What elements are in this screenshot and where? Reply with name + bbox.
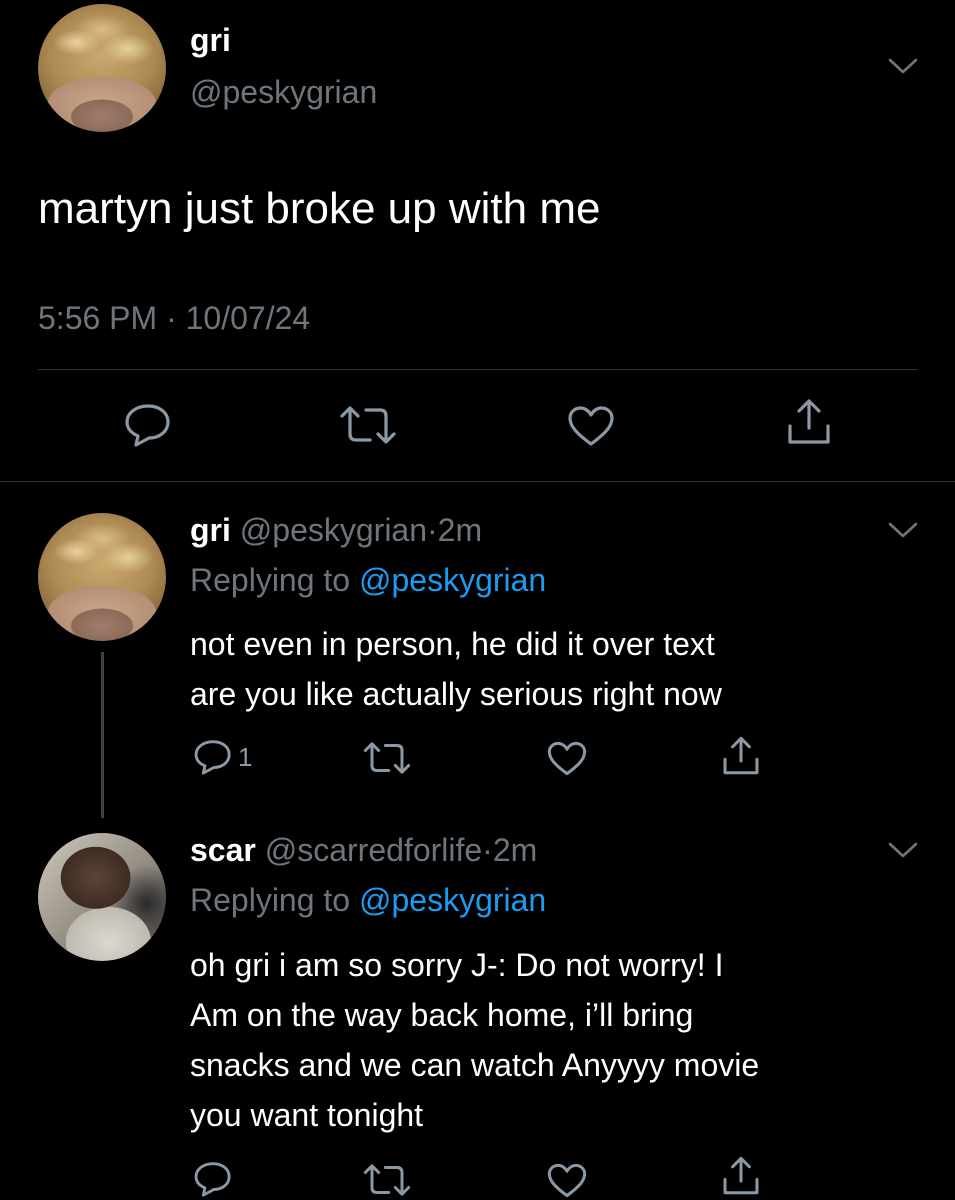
handle[interactable]: @peskygrian bbox=[240, 512, 427, 548]
chevron-down-icon[interactable] bbox=[887, 520, 919, 540]
text-line: snacks and we can watch Anyyyy movie bbox=[190, 1047, 760, 1083]
reply-icon[interactable] bbox=[192, 738, 234, 776]
reply-text: oh gri i am so sorry J-: Do not worry! I… bbox=[190, 940, 759, 1140]
post-age[interactable]: 2m bbox=[493, 832, 537, 868]
share-icon[interactable] bbox=[720, 1154, 762, 1198]
retweet-icon[interactable] bbox=[338, 404, 398, 446]
share-icon[interactable] bbox=[784, 396, 834, 448]
retweet-icon[interactable] bbox=[362, 740, 412, 776]
replying-to-label: Replying to bbox=[190, 882, 351, 918]
display-name[interactable]: scar bbox=[190, 832, 256, 868]
retweet-icon[interactable] bbox=[362, 1162, 412, 1198]
divider bbox=[0, 481, 955, 482]
reply-icon[interactable] bbox=[122, 402, 174, 448]
separator: · bbox=[166, 300, 177, 336]
divider bbox=[38, 369, 918, 370]
text-line: are you like actually serious right now bbox=[190, 676, 722, 712]
reply-header: scar @scarredforlife·2m bbox=[190, 830, 537, 870]
like-icon[interactable] bbox=[546, 1162, 588, 1199]
handle[interactable]: @peskygrian bbox=[190, 72, 377, 112]
like-icon[interactable] bbox=[546, 740, 588, 777]
chevron-down-icon[interactable] bbox=[887, 56, 919, 76]
replying-to-link[interactable]: @peskygrian bbox=[359, 562, 546, 598]
replying-to: Replying to @peskygrian bbox=[190, 880, 546, 920]
timestamp: 5:56 PM · 10/07/24 bbox=[38, 298, 310, 338]
text-line: not even in person, he did it over text bbox=[190, 626, 715, 662]
like-icon[interactable] bbox=[566, 404, 616, 448]
reply-icon[interactable] bbox=[192, 1160, 234, 1198]
share-icon[interactable] bbox=[720, 734, 762, 778]
dot-separator: · bbox=[427, 512, 438, 548]
replying-to-link[interactable]: @peskygrian bbox=[359, 882, 546, 918]
text-line: you want tonight bbox=[190, 1097, 424, 1133]
avatar[interactable] bbox=[38, 4, 166, 132]
display-name[interactable]: gri bbox=[190, 512, 231, 548]
reply-count: 1 bbox=[238, 742, 253, 772]
replying-to-label: Replying to bbox=[190, 562, 351, 598]
thread-line bbox=[101, 652, 104, 818]
display-name[interactable]: gri bbox=[190, 20, 231, 60]
reply-text: not even in person, he did it over text … bbox=[190, 619, 722, 719]
reply-header: gri @peskygrian·2m bbox=[190, 510, 482, 550]
time: 5:56 PM bbox=[38, 300, 158, 336]
date: 10/07/24 bbox=[185, 300, 311, 336]
post-age[interactable]: 2m bbox=[438, 512, 482, 548]
replying-to: Replying to @peskygrian bbox=[190, 560, 546, 600]
tweet-text: martyn just broke up with me bbox=[38, 184, 601, 233]
handle[interactable]: @scarredforlife bbox=[265, 832, 482, 868]
dot-separator: · bbox=[482, 832, 493, 868]
text-line: oh gri i am so sorry J-: Do not worry! I bbox=[190, 947, 724, 983]
chevron-down-icon[interactable] bbox=[887, 840, 919, 860]
avatar[interactable] bbox=[38, 833, 166, 961]
avatar[interactable] bbox=[38, 513, 166, 641]
text-line: Am on the way back home, i’ll bring bbox=[190, 997, 694, 1033]
